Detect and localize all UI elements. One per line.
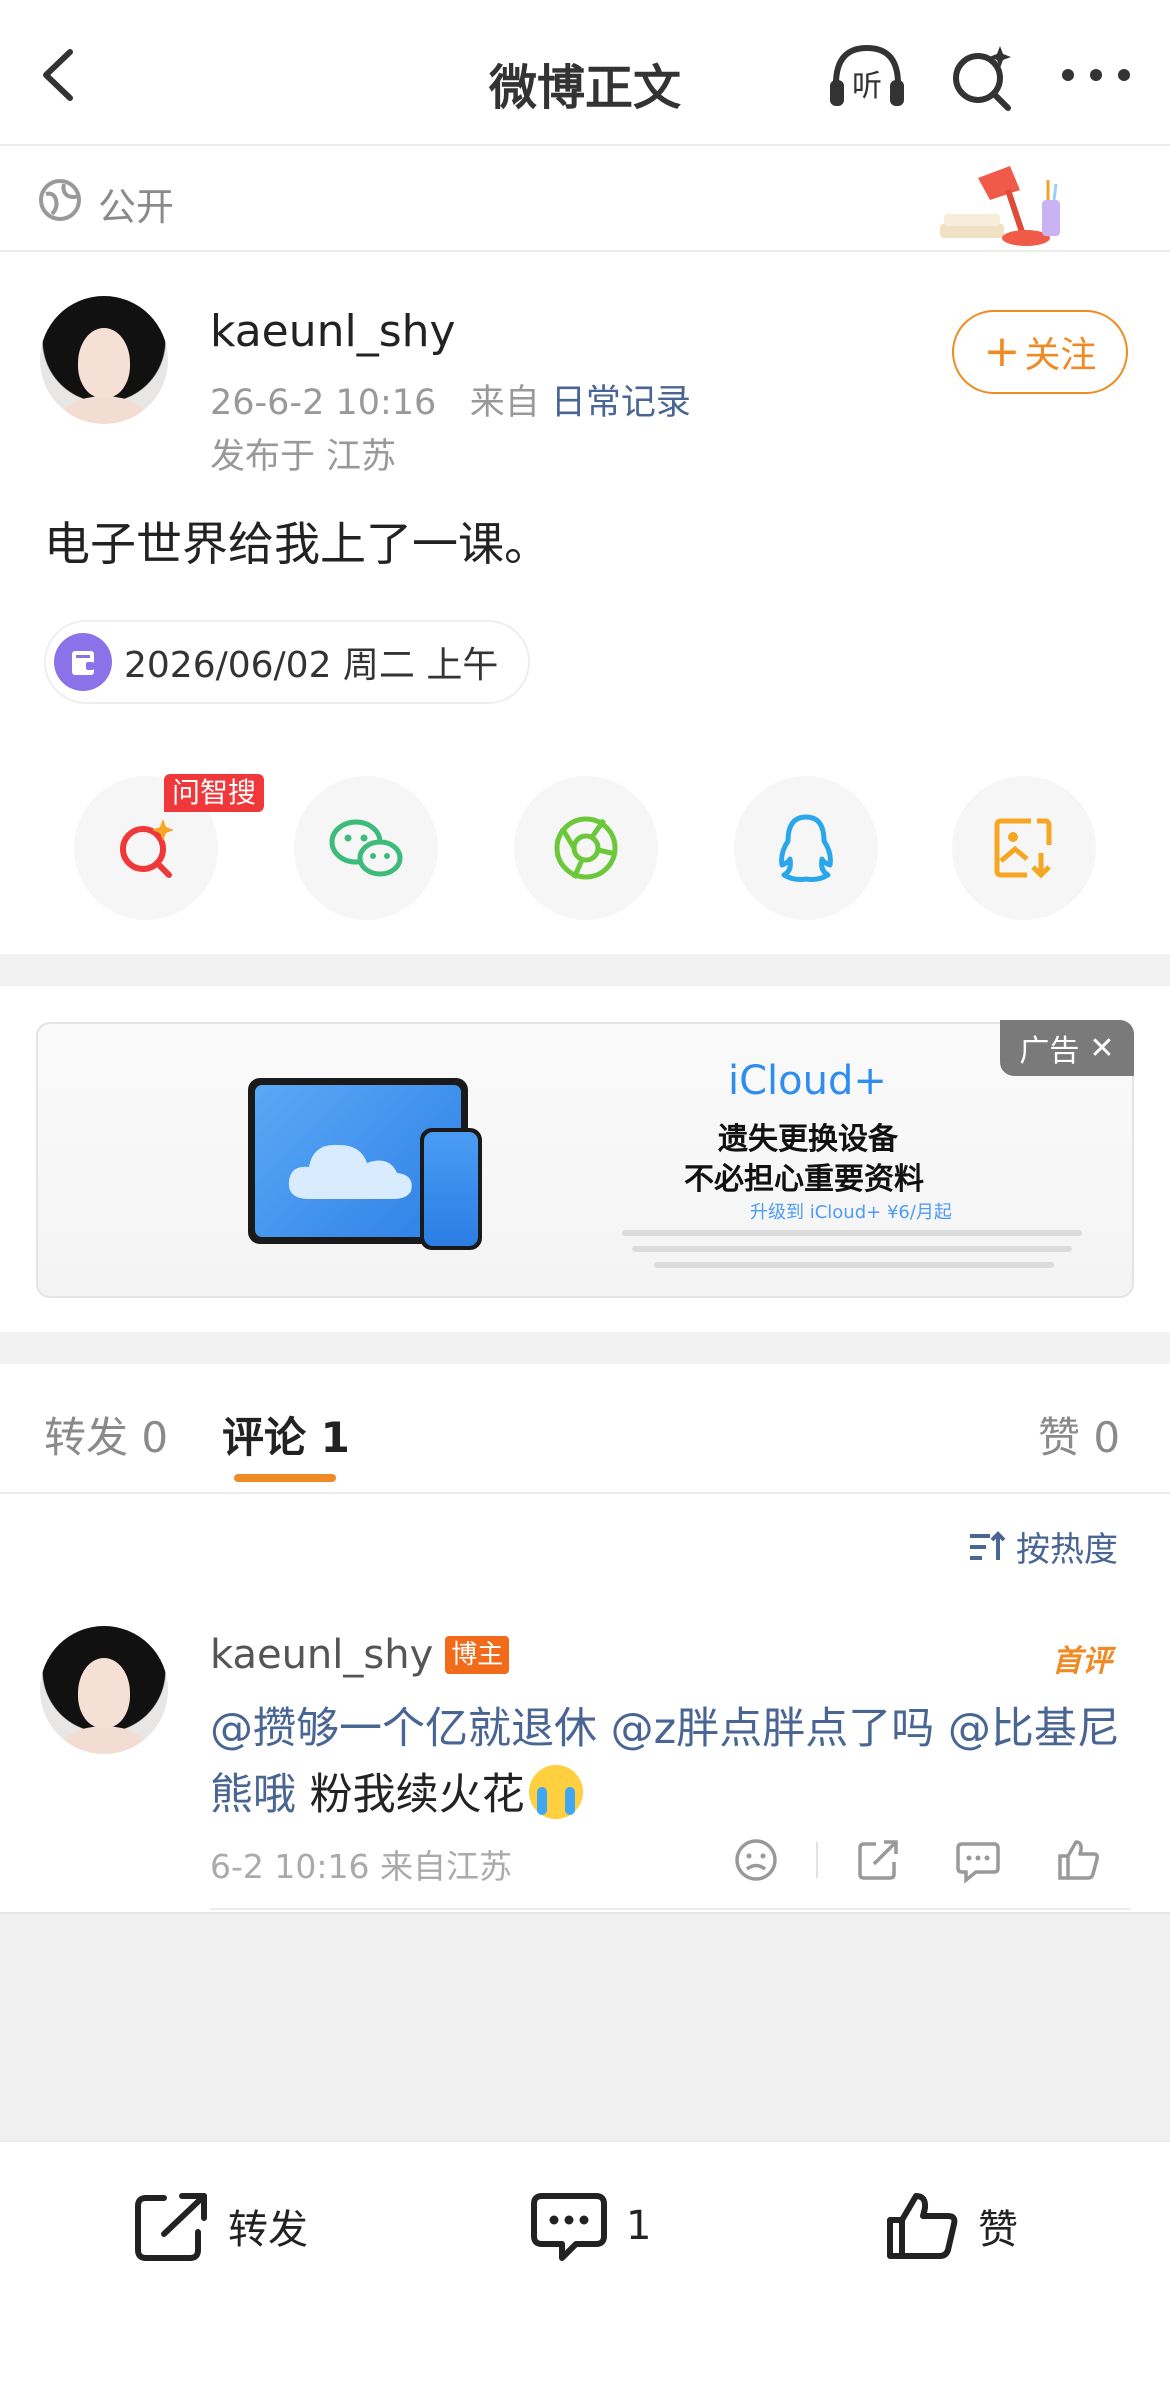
sort-by-hot-button[interactable]: 按热度	[968, 1522, 1118, 1571]
close-icon: ✕	[1089, 1030, 1115, 1066]
ad-fine-print	[654, 1262, 1054, 1268]
post-body-text: 电子世界给我上了一课。	[44, 517, 550, 571]
post-time: 26-6-2 10:16	[210, 383, 437, 423]
ad-headline-2: 不必担心重要资料	[684, 1162, 924, 1197]
date-chip[interactable]: 2026/06/02 周二 上午	[44, 620, 530, 704]
comment-text-tail: 粉我续火花	[296, 1770, 525, 1820]
follow-button[interactable]: + 关注	[952, 310, 1128, 394]
mention-link[interactable]: @攒够一个亿就退休	[210, 1704, 597, 1754]
smart-search-icon[interactable]	[946, 42, 1016, 112]
advertisement-banner[interactable]: iCloud+ 遗失更换设备 不必担心重要资料 升级到 iCloud+ ¥6/月…	[36, 1022, 1134, 1298]
dislike-face-icon[interactable]	[732, 1836, 780, 1884]
active-tab-indicator	[234, 1474, 336, 1482]
comment-count: 1	[626, 2203, 652, 2249]
share-moments-button[interactable]	[514, 776, 658, 920]
tab-likes[interactable]: 赞 0	[1038, 1404, 1120, 1465]
save-image-icon	[994, 818, 1052, 879]
listen-headphones-icon[interactable]: 听	[826, 40, 908, 110]
comment-button[interactable]: 1	[530, 2190, 651, 2262]
ad-offer: 升级到 iCloud+ ¥6/月起	[750, 1202, 952, 1223]
share-wechat-button[interactable]	[294, 776, 438, 920]
mention-link[interactable]: @z胖点胖点了吗	[611, 1704, 935, 1754]
phone-illustration	[420, 1128, 482, 1250]
plus-icon: +	[983, 326, 1021, 377]
smart-search-icon	[120, 819, 174, 878]
ad-brand: iCloud+	[728, 1058, 887, 1104]
moments-aperture-icon	[554, 816, 618, 880]
post-from-prefix: 来自	[469, 383, 540, 423]
svg-text:听: 听	[852, 69, 882, 104]
comment-share-icon[interactable]	[854, 1836, 902, 1884]
desk-lamp-illustration-icon	[940, 166, 1060, 246]
notebook-icon	[54, 633, 112, 691]
interaction-tabs: 转发 0 评论 1 赞 0	[0, 1364, 1170, 1494]
post-location: 发布于 江苏	[210, 437, 397, 477]
globe-icon	[39, 179, 81, 221]
comment-bubble-icon	[531, 2193, 607, 2261]
sort-icon	[970, 1530, 1006, 1560]
comment-text: @攒够一个亿就退休 @z胖点胖点了吗 @比基尼熊哦 粉我续火花	[210, 1696, 1130, 1828]
post-meta: 26-6-2 10:16 来自 日常记录	[210, 374, 691, 425]
comment-author-name: kaeunl_shy	[210, 1632, 434, 1678]
ad-headline-1: 遗失更换设备	[718, 1122, 898, 1157]
comment-author-avatar[interactable]	[40, 1626, 168, 1754]
like-button[interactable]: 赞	[884, 2190, 1018, 2262]
like-label: 赞	[978, 2207, 1018, 2253]
ad-label: 广告	[1019, 1034, 1080, 1069]
like-thumb-icon	[887, 2193, 958, 2259]
author-name[interactable]: kaeunl_shy	[210, 306, 456, 357]
sort-label: 按热度	[1016, 1530, 1118, 1570]
bottom-action-bar: 转发 1 赞	[0, 2140, 1170, 2404]
visibility-label: 公开	[98, 185, 175, 229]
share-qq-button[interactable]	[734, 776, 878, 920]
visibility-row: 公开	[0, 148, 1170, 252]
reply-comment-icon[interactable]	[954, 1836, 1002, 1884]
repost-button[interactable]: 转发	[134, 2190, 308, 2262]
comment-like-thumb-icon[interactable]	[1054, 1836, 1102, 1884]
tab-comments[interactable]: 评论 1	[222, 1404, 350, 1465]
section-divider	[0, 954, 1170, 986]
smart-search-badge: 问智搜	[164, 774, 265, 812]
comment-divider	[210, 1908, 1130, 1910]
date-chip-text: 2026/06/02 周二 上午	[124, 645, 499, 686]
top-navigation-bar: 微博正文 听	[0, 0, 1170, 146]
repost-share-icon	[135, 2193, 207, 2261]
comment-author[interactable]: kaeunl_shy 博主	[210, 1632, 510, 1678]
wechat-icon	[329, 819, 403, 877]
cloud-icon	[288, 1144, 412, 1199]
blogger-badge: 博主	[445, 1636, 510, 1674]
repost-label: 转发	[228, 2207, 308, 2253]
post-source-link[interactable]: 日常记录	[551, 383, 691, 423]
ad-fine-print	[622, 1230, 1082, 1236]
empty-footer-area	[0, 1912, 1170, 2140]
tab-repost[interactable]: 转发 0	[44, 1404, 168, 1465]
follow-button-label: 关注	[1024, 335, 1097, 376]
qq-penguin-icon	[779, 814, 833, 882]
comment-meta: 6-2 10:16 来自江苏	[210, 1847, 512, 1886]
more-options-icon[interactable]	[1060, 60, 1132, 90]
first-comment-badge: 首评	[1052, 1644, 1112, 1679]
ad-close-badge[interactable]: 广告 ✕	[1000, 1020, 1134, 1076]
section-divider	[0, 1332, 1170, 1364]
share-save-image-button[interactable]	[952, 776, 1096, 920]
action-divider	[816, 1842, 818, 1878]
author-avatar[interactable]	[40, 296, 168, 424]
crying-emoji-icon	[528, 1765, 583, 1819]
ad-fine-print	[632, 1246, 1072, 1252]
